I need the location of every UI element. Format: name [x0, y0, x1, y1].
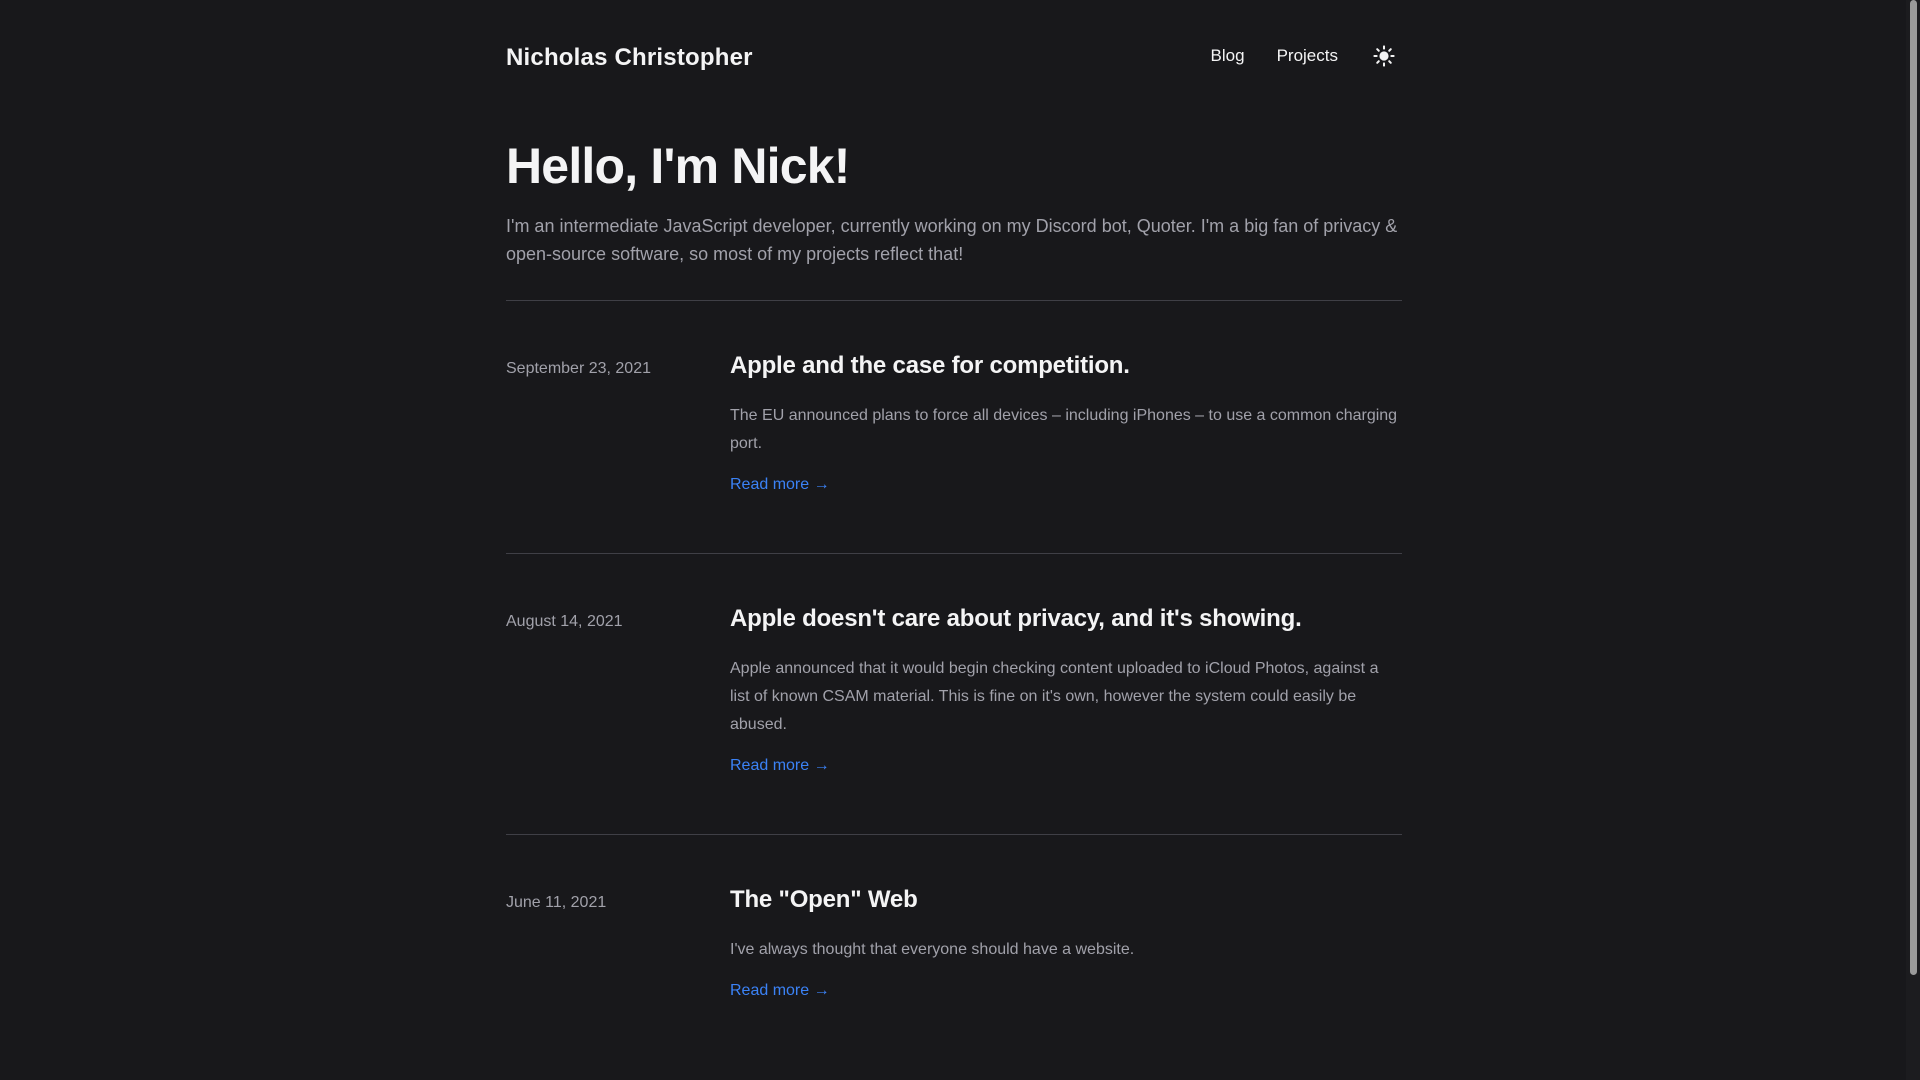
theme-toggle-button[interactable] — [1370, 42, 1398, 70]
main-nav: Blog Projects — [1211, 42, 1402, 70]
post-title[interactable]: Apple doesn't care about privacy, and it… — [730, 603, 1402, 635]
nav-link-projects[interactable]: Projects — [1277, 42, 1338, 70]
divider — [506, 553, 1402, 554]
post-body: Apple and the case for competition. The … — [730, 350, 1402, 494]
divider — [506, 300, 1402, 301]
post-excerpt: Apple announced that it would begin chec… — [730, 660, 1379, 733]
hero-title: Hello, I'm Nick! — [506, 138, 850, 194]
post-date: June 11, 2021 — [506, 894, 607, 911]
post-excerpt: I've always thought that everyone should… — [730, 941, 1135, 958]
post-date: August 14, 2021 — [506, 613, 623, 630]
read-more-link[interactable]: Read more → — [730, 476, 830, 494]
post-date: September 23, 2021 — [506, 360, 651, 377]
site-title-link[interactable]: Nicholas Christopher — [506, 44, 753, 72]
main-container: Nicholas Christopher Blog Projects Hello… — [506, 0, 1402, 999]
page: Nicholas Christopher Blog Projects Hello… — [0, 0, 1920, 1080]
sun-icon — [1373, 45, 1395, 67]
post-body: Apple doesn't care about privacy, and it… — [730, 603, 1402, 775]
hero-intro: I'm an intermediate JavaScript developer… — [506, 216, 1398, 264]
post-excerpt: The EU announced plans to force all devi… — [730, 407, 1398, 452]
site-header: Nicholas Christopher Blog Projects — [506, 0, 1402, 120]
nav-link-blog[interactable]: Blog — [1211, 42, 1245, 70]
post-title[interactable]: Apple and the case for competition. — [730, 350, 1402, 382]
scrollbar-thumb[interactable] — [1910, 0, 1917, 975]
read-more-link[interactable]: Read more → — [730, 982, 830, 1000]
scrollbar[interactable] — [1906, 0, 1920, 1080]
post-title[interactable]: The "Open" Web — [730, 884, 1402, 916]
post-body: The "Open" Web I've always thought that … — [730, 884, 1402, 1000]
read-more-link[interactable]: Read more → — [730, 757, 830, 775]
divider — [506, 834, 1402, 835]
